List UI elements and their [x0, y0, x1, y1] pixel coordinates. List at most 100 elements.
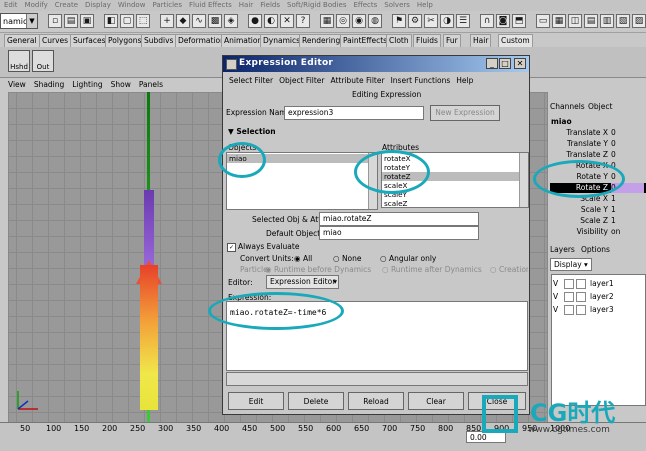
layer-type-box[interactable]	[564, 279, 574, 289]
tab-dynamics[interactable]: Dynamics	[260, 34, 303, 47]
select-hierarchy-icon[interactable]: ◧	[104, 14, 118, 28]
layer-row[interactable]: Vlayer1	[551, 278, 643, 289]
menu-modify[interactable]: Modify	[25, 0, 48, 11]
layer-visibility[interactable]: V	[553, 291, 558, 302]
snap-curve-icon[interactable]: ◎	[336, 14, 350, 28]
mask-joints-icon[interactable]: ◆	[176, 14, 190, 28]
menu-insert-functions[interactable]: Insert Functions	[391, 74, 451, 87]
tab-subdivs[interactable]: Subdivs	[141, 34, 177, 47]
snapshot-icon[interactable]: ⬒	[512, 14, 526, 28]
menu-select-filter[interactable]: Select Filter	[229, 74, 273, 87]
channel-value[interactable]: 0	[611, 128, 616, 138]
channel-row[interactable]: Translate X0	[550, 128, 646, 138]
layout-persp-icon[interactable]: ▨	[632, 14, 646, 28]
always-evaluate-checkbox[interactable]: ✓ Always Evaluate	[227, 242, 299, 252]
layout-four-icon[interactable]: ▦	[552, 14, 566, 28]
mask-rendering-icon[interactable]: ◐	[264, 14, 278, 28]
tab-rendering[interactable]: Rendering	[299, 34, 344, 47]
layout-side-icon[interactable]: ◫	[568, 14, 582, 28]
select-object-icon[interactable]: ▢	[120, 14, 134, 28]
convert-units-angular-radio[interactable]: ○ Angular only	[380, 254, 436, 263]
menu-fluid-effects[interactable]: Fluid Effects	[189, 0, 232, 11]
arrow-object[interactable]	[140, 265, 158, 410]
menu-hair[interactable]: Hair	[239, 0, 253, 11]
menu-window[interactable]: Window	[118, 0, 146, 11]
menu-attribute-filter[interactable]: Attribute Filter	[331, 74, 385, 87]
layer-color-box[interactable]	[576, 279, 586, 289]
reload-button[interactable]: Reload	[348, 392, 404, 410]
render-globals-icon[interactable]: ☰	[456, 14, 470, 28]
mask-curves-icon[interactable]: ∿	[192, 14, 206, 28]
layout-graph-icon[interactable]: ▥	[600, 14, 614, 28]
menu-create[interactable]: Create	[55, 0, 78, 11]
layer-row[interactable]: Vlayer3	[551, 304, 643, 315]
selected-obj-attr-field[interactable]: miao.rotateZ	[319, 212, 479, 226]
layer-color-box[interactable]	[576, 292, 586, 302]
viewport-menu-shading[interactable]: Shading	[34, 78, 64, 92]
channel-box-menu-channels[interactable]: Channels	[550, 102, 585, 111]
channel-value[interactable]: 1	[611, 216, 616, 226]
channel-row[interactable]: Translate Y0	[550, 139, 646, 149]
attributes-scrollbar[interactable]	[519, 153, 528, 207]
tab-animation[interactable]: Animation	[221, 34, 266, 47]
mode-dropdown[interactable]: namics ▼	[0, 13, 38, 29]
snap-plane-icon[interactable]: ◍	[368, 14, 382, 28]
expression-name-input[interactable]: expression3	[284, 106, 424, 120]
channel-box-menu-object[interactable]: Object	[588, 102, 612, 111]
new-scene-icon[interactable]: ▫	[48, 14, 62, 28]
edit-button[interactable]: Edit	[228, 392, 284, 410]
channel-row[interactable]: Visibility on	[550, 227, 646, 237]
layers-menu-options[interactable]: Options	[581, 245, 610, 254]
tab-general[interactable]: General	[4, 34, 40, 47]
mask-handles-icon[interactable]: +	[160, 14, 174, 28]
delete-button[interactable]: Delete	[288, 392, 344, 410]
viewport-menu-show[interactable]: Show	[111, 78, 131, 92]
tab-deformation[interactable]: Deformation	[175, 34, 228, 47]
layout-custom-icon[interactable]: ▧	[616, 14, 630, 28]
channel-row[interactable]: Scale Y1	[550, 205, 646, 215]
tab-fur[interactable]: Fur	[443, 34, 461, 47]
open-scene-icon[interactable]: ▤	[64, 14, 78, 28]
menu-object-filter[interactable]: Object Filter	[279, 74, 324, 87]
layer-type-box[interactable]	[564, 292, 574, 302]
viewport-menu-lighting[interactable]: Lighting	[72, 78, 102, 92]
tab-curves[interactable]: Curves	[39, 34, 72, 47]
default-object-field[interactable]: miao	[319, 226, 479, 240]
channel-row[interactable]: Translate Z0	[550, 150, 646, 160]
render-icon[interactable]: ✂	[424, 14, 438, 28]
close-icon[interactable]: ✕	[514, 58, 526, 69]
particle-before-radio[interactable]: ◉ Runtime before Dynamics	[265, 265, 371, 274]
layer-visibility[interactable]: V	[553, 278, 558, 289]
viewport-menu-view[interactable]: View	[8, 78, 26, 92]
history-icon[interactable]: ⚑	[392, 14, 406, 28]
layer-display-dropdown[interactable]: Display ▾	[550, 258, 592, 271]
layers-menu-layers[interactable]: Layers	[550, 245, 575, 254]
ipr-render-icon[interactable]: ◑	[440, 14, 454, 28]
snap-point-icon[interactable]: ◉	[352, 14, 366, 28]
shelf-button-hshd[interactable]: Hshd	[8, 50, 30, 72]
menu-particles[interactable]: Particles	[152, 0, 182, 11]
menu-fields[interactable]: Fields	[260, 0, 280, 11]
editor-type-dropdown[interactable]: Expression Editor ▾	[266, 275, 339, 289]
channel-value[interactable]: 0	[611, 150, 616, 160]
minimize-icon[interactable]: _	[486, 58, 498, 69]
convert-units-all-radio[interactable]: ◉ All	[294, 254, 312, 263]
particle-creation-radio[interactable]: ○ Creation	[490, 265, 528, 274]
expression-editor-titlebar[interactable]: Expression Editor	[223, 56, 529, 72]
tab-cloth[interactable]: Cloth	[386, 34, 412, 47]
tab-fluids[interactable]: Fluids	[413, 34, 441, 47]
viewport-menu-panels[interactable]: Panels	[139, 78, 163, 92]
hypershade-icon[interactable]: ◙	[496, 14, 510, 28]
channel-value[interactable]: on	[611, 227, 620, 237]
tab-polygons[interactable]: Polygons	[105, 34, 145, 47]
new-expression-button[interactable]: New Expression	[430, 105, 500, 121]
menu-solvers[interactable]: Solvers	[384, 0, 410, 11]
tab-painteffects[interactable]: PaintEffects	[340, 34, 391, 47]
layout-outliner-icon[interactable]: ▤	[584, 14, 598, 28]
maximize-icon[interactable]: □	[499, 58, 511, 69]
menu-edit[interactable]: Edit	[4, 0, 18, 11]
menu-help[interactable]: Help	[417, 0, 433, 11]
menu-effects[interactable]: Effects	[353, 0, 377, 11]
tab-custom[interactable]: Custom	[498, 34, 533, 47]
tab-hair[interactable]: Hair	[470, 34, 492, 47]
